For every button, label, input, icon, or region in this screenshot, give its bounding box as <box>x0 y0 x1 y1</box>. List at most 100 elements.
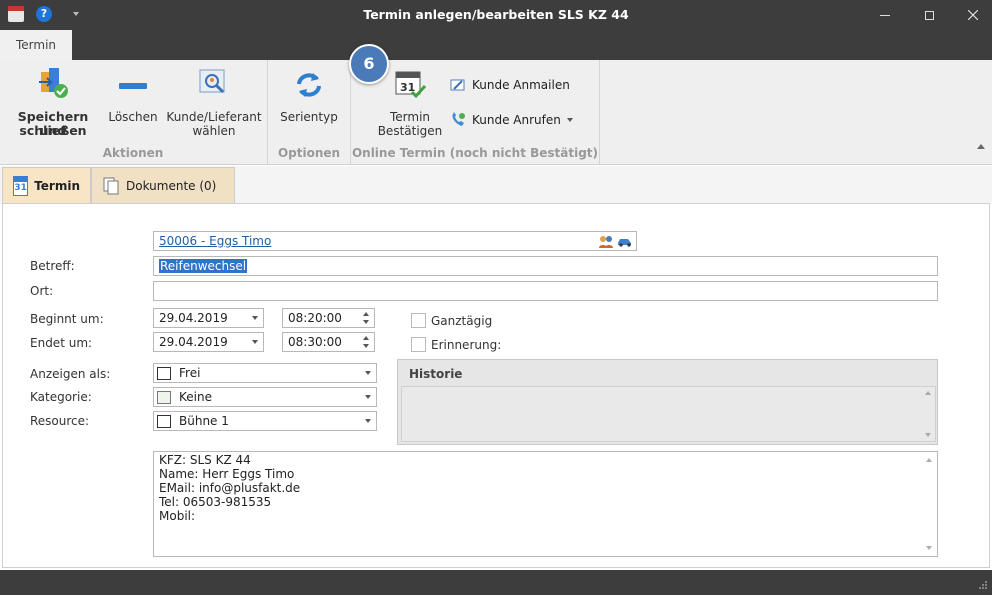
calendar-icon: 31 <box>13 175 29 196</box>
erinnerung-checkbox[interactable] <box>411 337 426 352</box>
spin-up-icon[interactable] <box>363 336 369 340</box>
notes-textarea[interactable]: KFZ: SLS KZ 44 Name: Herr Eggs Timo EMai… <box>153 451 938 557</box>
historie-list[interactable] <box>401 386 936 442</box>
pick-label-1: Kunde/Lieferant <box>166 110 262 124</box>
color-swatch <box>157 367 171 380</box>
save-exit-icon <box>39 68 68 98</box>
customer-icon[interactable] <box>598 234 614 249</box>
end-time-value: 08:30:00 <box>288 335 342 349</box>
resource-label: Resource: <box>30 414 90 428</box>
series-label: Serientyp <box>280 110 338 124</box>
resource-select[interactable]: Bühne 1 <box>153 411 377 431</box>
ribbon: Speichern und schließen Löschen Kunde/Li… <box>0 60 992 165</box>
scroll-down-icon[interactable] <box>926 546 932 550</box>
chevron-down-icon[interactable] <box>252 316 258 320</box>
collapse-ribbon-icon[interactable] <box>977 144 985 149</box>
kategorie-value: Keine <box>179 390 212 404</box>
ort-label: Ort: <box>30 284 54 298</box>
historie-title: Historie <box>409 367 463 381</box>
close-button[interactable] <box>950 0 992 30</box>
phone-icon <box>452 112 465 126</box>
scroll-down-icon[interactable] <box>925 433 931 437</box>
beginnt-label: Beginnt um: <box>30 312 104 326</box>
customer-field[interactable]: 50006 - Eggs Timo <box>153 231 637 251</box>
scroll-up-icon[interactable] <box>926 458 932 462</box>
ribbon-separator <box>599 60 600 164</box>
start-date-picker[interactable]: 29.04.2019 <box>153 308 264 328</box>
historie-panel: Historie <box>397 359 938 445</box>
calendar-app-icon[interactable] <box>8 6 24 22</box>
quick-access-dropdown-icon[interactable] <box>73 12 79 16</box>
resize-grip-icon[interactable] <box>978 580 988 590</box>
series-type-button[interactable]: Serientyp <box>272 66 346 146</box>
customer-link[interactable]: 50006 - Eggs Timo <box>159 234 271 248</box>
window-title: Termin anlegen/bearbeiten SLS KZ 44 <box>363 7 629 22</box>
confirm-label-1: Termin <box>389 110 431 124</box>
anzeigen-label: Anzeigen als: <box>30 367 111 381</box>
status-bar <box>0 570 992 595</box>
confirm-appointment-button[interactable]: 31 Termin Bestätigen <box>372 66 448 146</box>
betreff-label: Betreff: <box>30 259 75 273</box>
tab-dokumente[interactable]: Dokumente (0) <box>91 167 235 203</box>
delete-button[interactable]: Löschen <box>106 66 160 146</box>
car-icon[interactable] <box>617 235 633 247</box>
kategorie-label: Kategorie: <box>30 390 92 404</box>
scroll-up-icon[interactable] <box>925 391 931 395</box>
start-time-spinner[interactable]: 08:20:00 <box>282 308 375 328</box>
resource-value: Bühne 1 <box>179 414 229 428</box>
calendar-day: 31 <box>14 182 27 193</box>
ort-input[interactable] <box>153 281 938 301</box>
color-swatch <box>157 391 171 404</box>
pick-customer-button[interactable]: Kunde/Lieferant wählen <box>166 66 262 146</box>
tab-dokumente-label: Dokumente (0) <box>126 178 217 193</box>
spin-down-icon[interactable] <box>363 320 369 324</box>
maximize-icon <box>924 10 934 20</box>
chevron-down-icon[interactable] <box>365 371 371 375</box>
kategorie-select[interactable]: Keine <box>153 387 377 407</box>
spin-up-icon[interactable] <box>363 312 369 316</box>
betreff-input[interactable]: Reifenwechsel <box>153 256 938 276</box>
help-icon[interactable]: ? <box>36 6 52 22</box>
chevron-down-icon <box>566 118 573 122</box>
call-label: Kunde Anrufen <box>472 113 561 127</box>
chevron-down-icon[interactable] <box>365 419 371 423</box>
save-label-2: schließen <box>19 123 87 138</box>
minimize-button[interactable] <box>862 0 908 30</box>
anzeigen-select[interactable]: Frei <box>153 363 377 383</box>
pick-label-2: wählen <box>192 124 236 138</box>
color-swatch <box>157 415 171 428</box>
ganztaegig-checkbox[interactable] <box>411 313 426 328</box>
documents-icon <box>103 177 119 194</box>
close-icon <box>968 10 978 20</box>
notes-line: KFZ: SLS KZ 44 <box>159 453 251 467</box>
recurrence-icon <box>297 73 321 97</box>
ribbon-tab-strip <box>0 30 992 60</box>
endet-label: Endet um: <box>30 336 93 350</box>
minus-icon <box>119 83 147 89</box>
end-time-spinner[interactable]: 08:30:00 <box>282 332 375 352</box>
betreff-value: Reifenwechsel <box>159 259 248 273</box>
group-label-aktionen: Aktionen <box>102 146 164 160</box>
spin-down-icon[interactable] <box>363 344 369 348</box>
save-close-button[interactable]: Speichern und schließen <box>4 66 102 146</box>
title-bar: Termin anlegen/bearbeiten SLS KZ 44 ? <box>0 0 992 30</box>
end-date-value: 29.04.2019 <box>159 335 228 349</box>
end-date-picker[interactable]: 29.04.2019 <box>153 332 264 352</box>
maximize-button[interactable] <box>906 0 952 30</box>
chevron-down-icon[interactable] <box>252 340 258 344</box>
confirm-label-2: Bestätigen <box>377 124 443 138</box>
ganztaegig-label: Ganztägig <box>431 314 493 328</box>
call-customer-button[interactable]: Kunde Anrufen <box>450 109 580 131</box>
ribbon-tab-termin[interactable]: Termin <box>0 30 72 60</box>
notes-line: EMail: info@plusfakt.de <box>159 481 301 495</box>
search-customer-icon <box>199 69 225 94</box>
anzeigen-value: Frei <box>179 366 201 380</box>
group-label-optionen: Optionen <box>277 146 341 160</box>
notes-line: Name: Herr Eggs Timo <box>159 467 295 481</box>
mail-customer-button[interactable]: Kunde Anmailen <box>450 74 570 96</box>
chevron-down-icon[interactable] <box>365 395 371 399</box>
group-label-online: Online Termin (noch nicht Bestätigt) <box>351 146 599 160</box>
mail-label: Kunde Anmailen <box>472 78 570 92</box>
start-time-value: 08:20:00 <box>288 311 342 325</box>
tab-termin[interactable]: 31 Termin <box>2 167 91 203</box>
